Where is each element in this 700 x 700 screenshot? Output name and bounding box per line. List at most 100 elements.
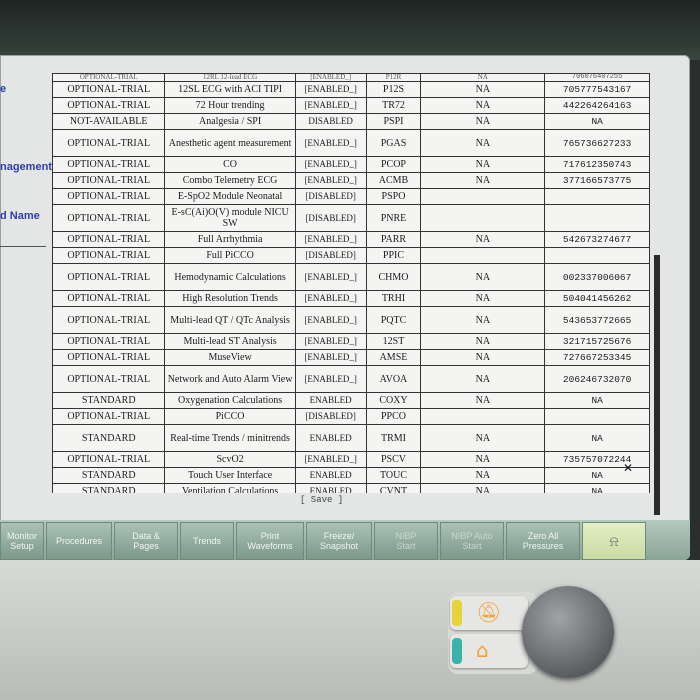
option-name-cell: Full Arrhythmia — [164, 231, 296, 248]
left-label-name[interactable]: d Name — [0, 210, 40, 222]
table-row[interactable]: OPTIONAL-TRIAL Full PiCCO [DISABLED] PPIC — [52, 247, 650, 264]
table-row[interactable]: OPTIONAL-TRIAL Hemodynamic Calculations [E… — [52, 263, 650, 291]
alarm-bell-icon[interactable]: ⍾ — [582, 522, 646, 560]
license-key-cell: 706076407255 — [544, 73, 650, 82]
menu-button-2[interactable]: Data & Pages — [114, 522, 178, 560]
option-name-cell: Anesthetic agent measurement — [164, 129, 296, 157]
license-status-cell: OPTIONAL-TRIAL — [52, 188, 166, 205]
table-row[interactable]: NOT-AVAILABLE Analgesia / SPI DISABLED PSPI… — [52, 113, 650, 130]
license-status-cell: OPTIONAL-TRIAL — [52, 129, 166, 157]
option-code-cell: PPIC — [365, 247, 422, 264]
table-row[interactable]: OPTIONAL-TRIAL MuseView [ENABLED_] AMSE NA 72… — [52, 349, 650, 366]
na-cell — [420, 204, 546, 232]
license-key-cell: 377166573775 — [544, 172, 650, 189]
na-cell — [420, 247, 546, 264]
option-code-cell: ACMB — [365, 172, 422, 189]
license-key-cell: 206246732070 — [544, 365, 650, 393]
bottom-menu-bar: Monitor Setup Procedures Data & Pages Trend… — [0, 520, 690, 560]
table-row[interactable]: OPTIONAL-TRIAL E-sC(Ai)O(V) module NICU S… — [52, 204, 650, 232]
left-label-1[interactable]: e — [0, 83, 6, 95]
option-name-cell: Real-time Trends / minitrends — [164, 424, 296, 452]
scrollbar[interactable] — [654, 255, 660, 515]
license-key-cell: 504041456262 — [544, 290, 650, 307]
table-row[interactable]: OPTIONAL-TRIAL CO [ENABLED_] PCOP NA 71761235… — [52, 156, 650, 173]
table-row[interactable]: OPTIONAL-TRIAL Network and Auto Alarm Vie… — [52, 365, 650, 393]
name-underline — [0, 246, 46, 247]
table-row[interactable]: OPTIONAL-TRIAL Anesthetic agent measureme… — [52, 129, 650, 157]
license-status-cell: OPTIONAL-TRIAL — [52, 306, 166, 334]
menu-button-8[interactable]: Zero All Pressures — [506, 522, 580, 560]
table-row[interactable]: OPTIONAL-TRIAL PiCCO [DISABLED] PPCO — [52, 408, 650, 425]
table-row[interactable]: OPTIONAL-TRIAL Multi-lead QT / QTc Analys… — [52, 306, 650, 334]
enable-state-cell: [ENABLED_] — [294, 73, 367, 82]
na-cell: NA — [420, 333, 546, 350]
option-name-cell: Network and Auto Alarm View — [164, 365, 296, 393]
option-code-cell: CVNT — [365, 483, 422, 493]
na-cell: NA — [420, 129, 546, 157]
left-label-management[interactable]: nagement — [0, 161, 52, 173]
license-key-cell — [544, 188, 650, 205]
table-row[interactable]: STANDARD Real-time Trends / minitrends ENA… — [52, 424, 650, 452]
monitor-screen: e nagement d Name OPTIONAL-TRIAL 12RL 12-… — [0, 55, 690, 560]
option-name-cell: Combo Telemetry ECG — [164, 172, 296, 189]
license-table-container[interactable]: OPTIONAL-TRIAL 12RL 12-lead ECG [ENABLED_]… — [52, 73, 650, 493]
enable-state-cell: ENABLED — [294, 392, 367, 409]
home-indicator-bar — [452, 638, 462, 664]
table-row[interactable]: OPTIONAL-TRIAL High Resolution Trends [ENA… — [52, 290, 650, 307]
table-row[interactable]: OPTIONAL-TRIAL 72 Hour trending [ENABLED_]… — [52, 97, 650, 114]
enable-state-cell: [ENABLED_] — [294, 81, 367, 98]
option-name-cell: PiCCO — [164, 408, 296, 425]
license-key-cell: NA — [544, 424, 650, 452]
trim-knob[interactable] — [522, 586, 614, 678]
option-code-cell: TRHI — [365, 290, 422, 307]
license-key-cell — [544, 408, 650, 425]
table-row[interactable]: OPTIONAL-TRIAL Full Arrhythmia [ENABLED_] P… — [52, 231, 650, 248]
enable-state-cell: [ENABLED_] — [294, 365, 367, 393]
na-cell: NA — [420, 451, 546, 468]
enable-state-cell: [ENABLED_] — [294, 349, 367, 366]
table-row[interactable]: STANDARD Oxygenation Calculations ENABLED C… — [52, 392, 650, 409]
table-row[interactable]: STANDARD Ventilation Calculations ENABLED C… — [52, 483, 650, 493]
option-code-cell: PSPI — [365, 113, 422, 130]
menu-button-4[interactable]: Print Waveforms — [236, 522, 304, 560]
table-row[interactable]: OPTIONAL-TRIAL Combo Telemetry ECG [ENABLE… — [52, 172, 650, 189]
license-status-cell: OPTIONAL-TRIAL — [52, 81, 166, 98]
na-cell: NA — [420, 306, 546, 334]
license-key-cell: 735757072244 — [544, 451, 650, 468]
enable-state-cell: ENABLED — [294, 424, 367, 452]
na-cell: NA — [420, 349, 546, 366]
option-code-cell: P12S — [365, 81, 422, 98]
close-icon[interactable]: ✕ — [623, 461, 633, 475]
option-code-cell: COXY — [365, 392, 422, 409]
table-row[interactable]: OPTIONAL-TRIAL 12RL 12-lead ECG [ENABLED_]… — [52, 73, 650, 82]
table-row[interactable]: STANDARD Touch User Interface ENABLED TOUC N… — [52, 467, 650, 484]
menu-button-7[interactable]: NIBP Auto Start — [440, 522, 504, 560]
alarm-silence-key[interactable]: 🔕︎ — [450, 596, 528, 630]
menu-button-3[interactable]: Trends — [180, 522, 234, 560]
enable-state-cell: [DISABLED] — [294, 188, 367, 205]
option-code-cell: 12ST — [365, 333, 422, 350]
table-row[interactable]: OPTIONAL-TRIAL 12SL ECG with ACI TIPI [ENA… — [52, 81, 650, 98]
license-status-cell: STANDARD — [52, 424, 166, 452]
license-status-cell: OPTIONAL-TRIAL — [52, 365, 166, 393]
enable-state-cell: [ENABLED_] — [294, 451, 367, 468]
enable-state-cell: ENABLED — [294, 483, 367, 493]
license-key-cell — [544, 204, 650, 232]
option-name-cell: Hemodynamic Calculations — [164, 263, 296, 291]
menu-button-5[interactable]: Freeze/ Snapshot — [306, 522, 372, 560]
license-key-cell: NA — [544, 467, 650, 484]
save-button[interactable]: [ Save ] — [300, 495, 343, 505]
license-status-cell: OPTIONAL-TRIAL — [52, 263, 166, 291]
table-row[interactable]: OPTIONAL-TRIAL Multi-lead ST Analysis [ENA… — [52, 333, 650, 350]
table-row[interactable]: OPTIONAL-TRIAL E-SpO2 Module Neonatal [DIS… — [52, 188, 650, 205]
table-row[interactable]: OPTIONAL-TRIAL ScvO2 [ENABLED_] PSCV NA 73575… — [52, 451, 650, 468]
menu-button-0[interactable]: Monitor Setup — [0, 522, 44, 560]
alarm-indicator-bar — [452, 600, 462, 626]
menu-button-1[interactable]: Procedures — [46, 522, 112, 560]
license-key-cell: NA — [544, 483, 650, 493]
left-side-panel: e nagement d Name — [0, 55, 52, 520]
home-key[interactable]: ⌂ — [450, 634, 528, 668]
menu-button-6[interactable]: NIBP Start — [374, 522, 438, 560]
enable-state-cell: [ENABLED_] — [294, 156, 367, 173]
na-cell: NA — [420, 483, 546, 493]
